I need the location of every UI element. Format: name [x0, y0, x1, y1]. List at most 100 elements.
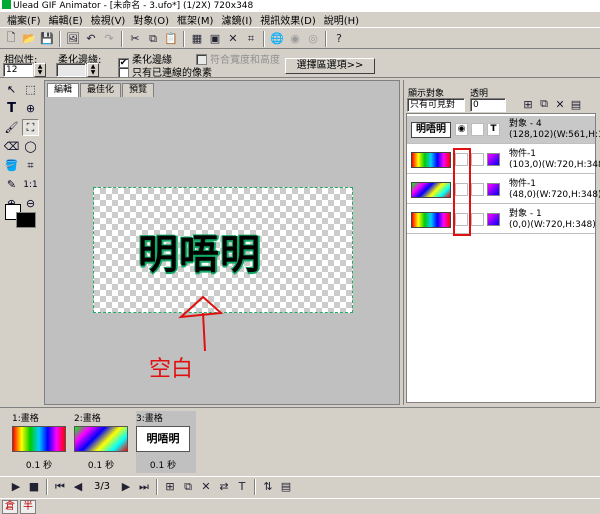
frame-thumbnail	[74, 426, 128, 452]
object-row[interactable]: 物件-1 (103,0)(W:720,H:348)	[407, 146, 600, 174]
redo-icon[interactable]: ↷	[101, 31, 117, 47]
first-frame-icon[interactable]: ⏮	[52, 479, 68, 495]
menu-video-effects[interactable]: 視訊效果(D)	[257, 12, 319, 27]
duplicate-object-icon[interactable]: ⧉	[536, 96, 552, 112]
frame-delay[interactable]: 0.1 秒	[136, 458, 190, 471]
tween-icon[interactable]: ⇄	[216, 479, 232, 495]
optimize-icon[interactable]: ◎	[305, 31, 321, 47]
canvas-text-object[interactable]: 明唔明	[138, 222, 261, 280]
eraser-tool-icon[interactable]: ⌫	[3, 138, 20, 155]
frame-counter: 3/3	[93, 481, 111, 492]
add-frame-icon[interactable]: ▦	[189, 31, 205, 47]
open-file-icon[interactable]: 📂	[21, 31, 37, 47]
duplicate-frame-icon[interactable]: ▣	[207, 31, 223, 47]
text-tool-icon[interactable]: T	[3, 100, 20, 117]
reverse-frames-icon[interactable]: ⇅	[260, 479, 276, 495]
menu-help[interactable]: 說明(H)	[321, 12, 362, 27]
menu-filter[interactable]: 濾鏡(I)	[218, 12, 255, 27]
frame-delay[interactable]: 0.1 秒	[74, 458, 128, 471]
frame-2[interactable]: 2:畫格 0.1 秒	[74, 411, 134, 473]
menu-view[interactable]: 檢視(V)	[88, 12, 129, 27]
new-file-icon[interactable]: 🗋	[3, 31, 19, 47]
delete-object-icon[interactable]: ✕	[552, 96, 568, 112]
toolbar-separator	[156, 478, 158, 495]
save-icon[interactable]: 💾	[39, 31, 55, 47]
object-manager-panel: 顯示對象 只有可見對 透明 0 ⊞ ⧉ ✕ ▤ 明唔明 ◉ T 對象 - 4 (1…	[403, 80, 600, 405]
brush-tool-icon[interactable]: 🖌	[3, 119, 20, 136]
pointer-tool-icon[interactable]: ↖	[3, 81, 20, 98]
eyedropper-tool-icon[interactable]: ✎	[3, 176, 20, 193]
transform-tool-icon[interactable]: ⊕	[22, 100, 39, 117]
menu-bar: 檔案(F) 編輯(E) 檢視(V) 對象(O) 框架(M) 濾鏡(I) 視訊效果…	[0, 12, 600, 28]
tab-edit[interactable]: 編輯	[47, 83, 80, 97]
crop-icon[interactable]: ⌗	[243, 31, 259, 47]
lasso-tool-icon[interactable]: ◯	[22, 138, 39, 155]
display-objects-select[interactable]: 只有可見對	[407, 98, 465, 112]
lock-cell[interactable]	[471, 153, 484, 166]
delete-frame-icon[interactable]: ✕	[198, 479, 214, 495]
object-row[interactable]: 對象 - 1 (0,0)(W:720,H:348)	[407, 206, 596, 234]
zoom-out-icon[interactable]: ⊖	[22, 195, 39, 212]
eye-icon[interactable]: ◉	[455, 123, 468, 136]
object-name: 物件-1	[509, 179, 536, 189]
fill-tool-icon[interactable]: 🪣	[3, 157, 20, 174]
crop-tool-icon[interactable]: ⌗	[22, 157, 39, 174]
frame-1[interactable]: 1:畫格 0.1 秒	[12, 411, 72, 473]
object-properties-icon[interactable]: ▤	[568, 96, 584, 112]
canvas-workspace[interactable]: 編輯 最佳化 預覽 明唔明 空白	[44, 80, 400, 405]
opacity-input[interactable]: 0	[470, 98, 506, 112]
delete-icon[interactable]: ✕	[225, 31, 241, 47]
menu-edit[interactable]: 編輯(E)	[46, 12, 86, 27]
lock-cell[interactable]	[471, 213, 484, 226]
banner-text-icon[interactable]: T	[234, 479, 250, 495]
image-object-icon	[487, 153, 500, 166]
stop-icon[interactable]: ■	[26, 479, 42, 495]
tolerance-input[interactable]: 12	[3, 63, 33, 77]
ime-width-indicator[interactable]: 半	[20, 500, 36, 514]
add-image-icon[interactable]: 🖼	[65, 31, 81, 47]
fit-size-checkbox[interactable]	[196, 54, 207, 65]
web-icon[interactable]: 🌐	[269, 31, 285, 47]
copy-icon[interactable]: ⧉	[145, 31, 161, 47]
actual-size-icon[interactable]: 1:1	[22, 176, 39, 193]
menu-file[interactable]: 檔案(F)	[4, 12, 44, 27]
frame-delay[interactable]: 0.1 秒	[12, 458, 66, 471]
tab-optimize[interactable]: 最佳化	[80, 83, 122, 97]
image-object-icon	[487, 213, 500, 226]
duplicate-frame-icon[interactable]: ⧉	[180, 479, 196, 495]
help-icon[interactable]: ?	[331, 31, 347, 47]
object-info: 對象 - 4(128,102)(W:561,H:147)	[509, 119, 600, 141]
object-row[interactable]: 物件-1 (48,0)(W:720,H:348)	[407, 176, 600, 204]
lock-cell[interactable]	[471, 123, 484, 136]
undo-icon[interactable]: ↶	[83, 31, 99, 47]
select-options-button[interactable]: 選擇區選項>>	[285, 58, 375, 74]
marquee-tool-icon[interactable]: ⬚	[22, 81, 39, 98]
foreground-color-swatch[interactable]	[16, 212, 36, 228]
contiguous-option[interactable]: 只有已連線的像素	[118, 64, 212, 79]
frame-properties-icon[interactable]: ▤	[278, 479, 294, 495]
frame-3[interactable]: 3:畫格 明唔明 0.1 秒	[136, 411, 196, 473]
paste-icon[interactable]: 📋	[163, 31, 179, 47]
magic-wand-tool-icon[interactable]: ⛶	[22, 119, 39, 136]
add-object-icon[interactable]: ⊞	[520, 96, 536, 112]
add-frame-icon[interactable]: ⊞	[162, 479, 178, 495]
object-row[interactable]: 明唔明 ◉ T 對象 - 4(128,102)(W:561,H:147)	[407, 116, 600, 144]
lock-cell[interactable]	[471, 183, 484, 196]
tolerance-spinner[interactable]: ▲ ▼	[34, 63, 46, 77]
feather-spinner[interactable]: ▲ ▼	[87, 63, 99, 77]
tab-preview[interactable]: 預覽	[122, 83, 155, 97]
menu-object[interactable]: 對象(O)	[130, 12, 172, 27]
export-icon[interactable]: ◉	[287, 31, 303, 47]
fit-size-option[interactable]: 符合寬度和高度	[196, 51, 280, 66]
cut-icon[interactable]: ✂	[127, 31, 143, 47]
ime-mode-indicator[interactable]: 倉	[2, 500, 18, 514]
feather-input[interactable]	[56, 63, 86, 77]
image-object-icon	[487, 183, 500, 196]
main-toolbar: 🗋 📂 💾 🖼 ↶ ↷ ✂ ⧉ 📋 ▦ ▣ ✕ ⌗ 🌐 ◉ ◎ ?	[0, 29, 600, 49]
previous-frame-icon[interactable]: ◀	[70, 479, 86, 495]
last-frame-icon[interactable]: ⏭	[136, 479, 152, 495]
contiguous-checkbox[interactable]	[118, 67, 129, 78]
menu-frame[interactable]: 框架(M)	[174, 12, 216, 27]
next-frame-icon[interactable]: ▶	[118, 479, 134, 495]
play-icon[interactable]: ▶	[8, 479, 24, 495]
